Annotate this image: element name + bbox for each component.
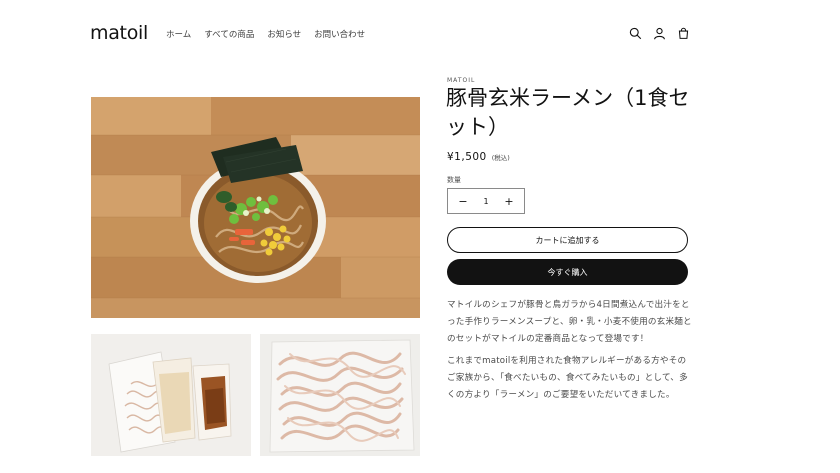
product-description-paragraph-1: マトイルのシェフが豚骨と鳥ガラから4日間煮込んで出汁をとった手作りラーメンスープ… [447,300,692,344]
nav-item-news[interactable]: お知らせ [267,28,301,40]
product-thumbnail-1[interactable] [91,334,251,456]
product-description-paragraph-2: これまでmatoilを利用された食物アレルギーがある方やそのご家族から、「食べた… [447,356,688,400]
quantity-increment-button[interactable]: + [504,195,514,208]
add-to-cart-button[interactable]: カートに追加する [447,227,688,253]
nav-item-all-products[interactable]: すべての商品 [204,28,254,40]
main-nav: ホーム すべての商品 お知らせ お問い合わせ [166,28,365,40]
buy-now-button[interactable]: 今すぐ購入 [447,259,688,285]
search-icon[interactable] [628,26,643,41]
quantity-input[interactable]: 1 [483,197,488,206]
quantity-stepper: − 1 + [447,188,525,214]
cart-icon[interactable] [676,26,691,41]
product-thumbnail-2[interactable] [260,334,420,456]
tax-note: (税込) [491,154,510,162]
nav-item-home[interactable]: ホーム [166,28,191,40]
account-icon[interactable] [652,26,667,41]
quantity-decrement-button[interactable]: − [458,195,468,208]
product-price: ¥1,500 [447,151,487,163]
quantity-label: 数量 [447,176,461,184]
product-title: 豚骨玄米ラーメン（1食セット） [446,86,690,139]
store-logo[interactable]: matoil [90,22,148,44]
nav-item-contact[interactable]: お問い合わせ [314,28,365,40]
header-icons [628,26,691,41]
price-row: ¥1,500 (税込) [447,151,510,163]
product-vendor: MATOIL [447,77,476,84]
product-main-image[interactable] [91,97,420,318]
